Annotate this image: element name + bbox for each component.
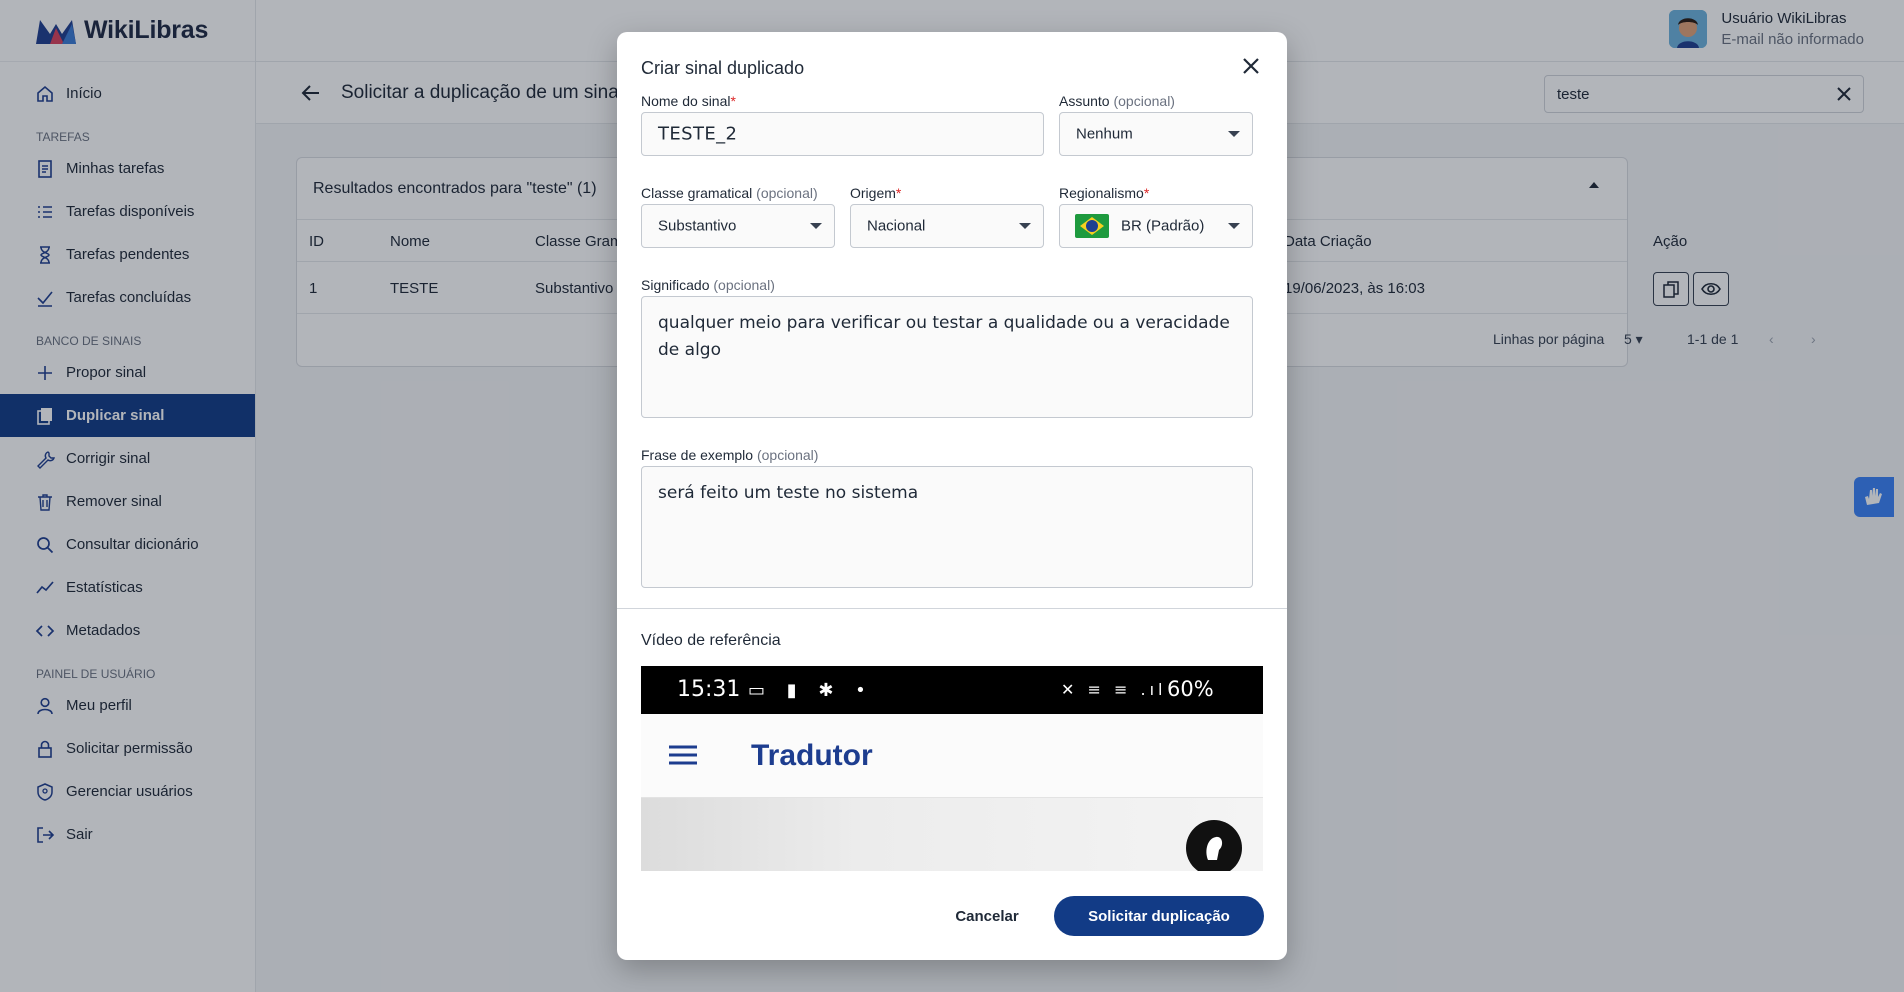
label-text: Regionalismo (1059, 185, 1144, 201)
video-app-title: Tradutor (751, 739, 873, 772)
duplicate-sign-dialog: Criar sinal duplicado Nome do sinal* TES… (617, 32, 1287, 960)
optional-mark: (opcional) (756, 185, 818, 201)
dropdown-arrow-icon (1228, 131, 1240, 137)
dropdown-arrow-icon (1228, 223, 1240, 229)
required-mark: * (895, 185, 902, 201)
label-text: Nome do sinal (641, 93, 731, 109)
regionalism-select[interactable]: BR (Padrão) (1059, 204, 1253, 248)
meaning-textarea[interactable]: qualquer meio para verificar ou testar a… (641, 296, 1253, 418)
video-phone-status-bar: 15:31 ▭ ▮ ✱ • ✕ ≡ ≡ .ıl 60% (641, 666, 1263, 714)
subject-value: Nenhum (1076, 125, 1133, 143)
dropdown-arrow-icon (1019, 223, 1031, 229)
cancel-button[interactable]: Cancelar (917, 896, 1057, 936)
reference-video-player[interactable]: 15:31 ▭ ▮ ✱ • ✕ ≡ ≡ .ıl 60% Tradutor (641, 666, 1263, 871)
meaning-field-label: Significado (opcional) (641, 277, 775, 293)
origin-select[interactable]: Nacional (850, 204, 1044, 248)
label-text: Origem (850, 185, 896, 201)
optional-mark: (opcional) (756, 447, 819, 463)
status-icons-left: ▭ ▮ ✱ • (748, 680, 874, 701)
subject-field-label: Assunto (opcional) (1059, 93, 1175, 109)
required-mark: * (1143, 185, 1150, 201)
origin-field-label: Origem* (850, 185, 901, 201)
dialog-divider (617, 608, 1287, 609)
hamburger-menu-icon (669, 745, 697, 765)
video-app-body (641, 798, 1263, 871)
grammatical-class-value: Substantivo (658, 217, 737, 235)
label-text: Frase de exemplo (641, 447, 754, 463)
grammatical-class-select[interactable]: Substantivo (641, 204, 835, 248)
example-field-label: Frase de exemplo (opcional) (641, 447, 818, 463)
dialog-title: Criar sinal duplicado (641, 58, 805, 78)
label-text: Assunto (1059, 93, 1110, 109)
required-mark: * (730, 93, 736, 109)
sign-name-value: TESTE_2 (658, 123, 738, 145)
video-status-battery: 60% (1167, 677, 1214, 701)
subject-select[interactable]: Nenhum (1059, 112, 1253, 156)
regionalism-value: BR (Padrão) (1121, 217, 1205, 235)
brazil-flag-icon (1075, 214, 1109, 238)
video-app-header: Tradutor (641, 714, 1263, 798)
dropdown-arrow-icon (810, 223, 822, 229)
class-field-label: Classe gramatical (opcional) (641, 185, 818, 201)
request-duplication-button[interactable]: Solicitar duplicação (1054, 896, 1264, 936)
label-text: Classe gramatical (641, 185, 753, 201)
reference-video-label: Vídeo de referência (641, 632, 781, 649)
hand-sign-icon (1206, 836, 1223, 860)
optional-mark: (opcional) (713, 277, 775, 293)
region-field-label: Regionalismo* (1059, 185, 1149, 201)
sign-name-input[interactable]: TESTE_2 (641, 112, 1044, 156)
status-icons-right: ✕ ≡ ≡ .ıl (1061, 680, 1167, 699)
example-textarea[interactable]: será feito um teste no sistema (641, 466, 1253, 588)
close-icon[interactable] (1241, 56, 1261, 76)
origin-value: Nacional (867, 217, 926, 235)
optional-mark: (opcional) (1113, 93, 1175, 109)
label-text: Significado (641, 277, 710, 293)
video-status-time: 15:31 (677, 677, 741, 702)
video-fab-icon (1186, 820, 1242, 871)
name-field-label: Nome do sinal* (641, 93, 736, 109)
